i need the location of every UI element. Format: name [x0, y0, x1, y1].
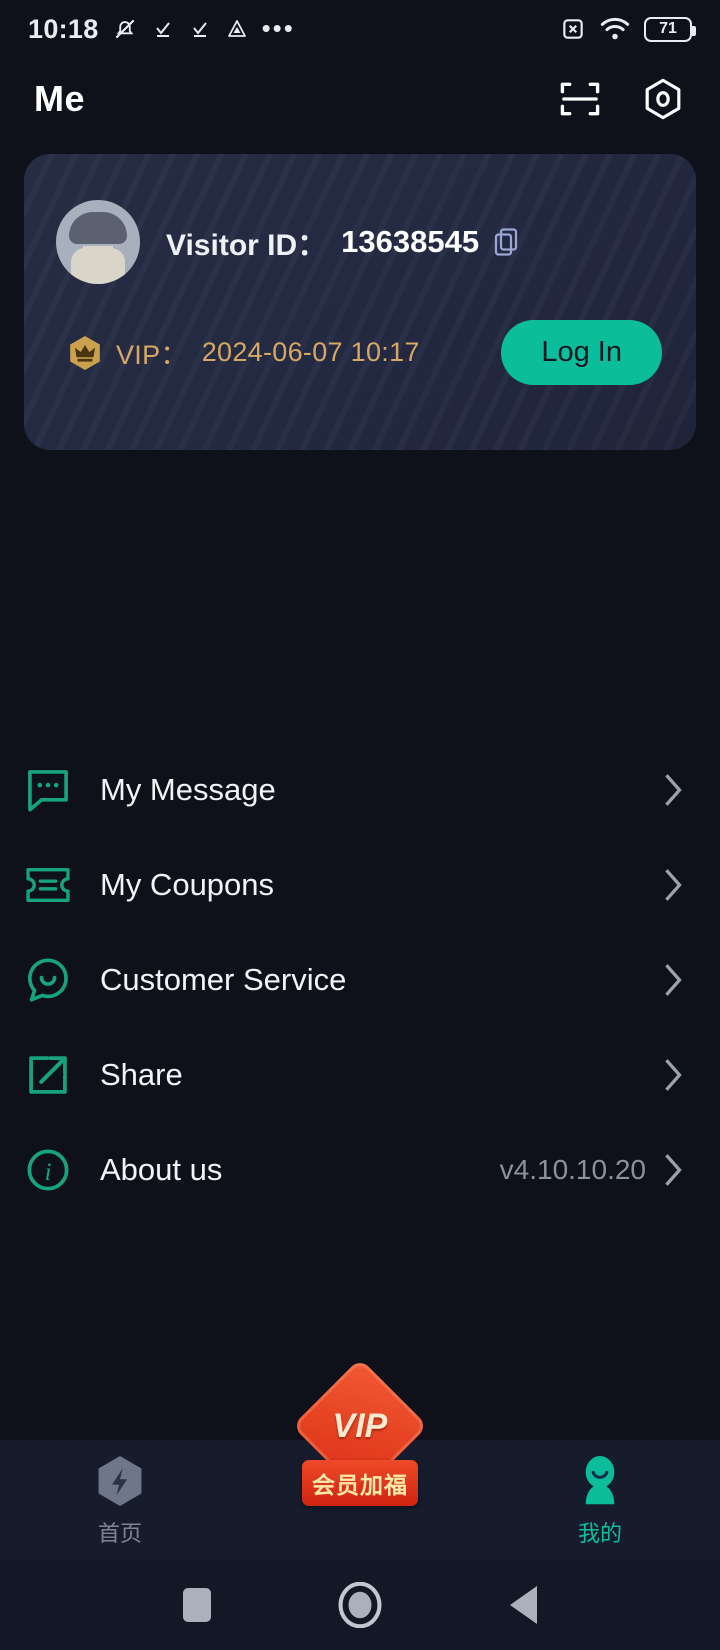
avatar-hair — [69, 212, 127, 244]
menu-item-share[interactable]: Share — [0, 1045, 720, 1105]
square-recents-icon[interactable] — [183, 1588, 212, 1622]
check-underline-icon — [155, 22, 170, 37]
avatar[interactable] — [56, 200, 140, 284]
page-title: Me — [34, 78, 86, 119]
chevron-right-icon — [665, 964, 682, 996]
info-circle-icon: i — [22, 1148, 74, 1192]
login-button[interactable]: Log In — [501, 320, 662, 385]
battery-icon: 71 — [644, 16, 696, 42]
chevron-right-icon — [665, 1059, 682, 1091]
more-dots-icon: ••• — [261, 13, 295, 44]
triangle-back-icon[interactable] — [509, 1586, 537, 1624]
chevron-right-icon — [665, 774, 682, 806]
avatar-body — [71, 248, 125, 284]
profile-card-top: Visitor ID： 13638545 — [24, 154, 696, 284]
share-external-icon — [22, 1053, 74, 1097]
support-smile-icon — [22, 957, 74, 1003]
menu-list: My Message My Coupons Customer Service S… — [0, 760, 720, 1235]
coupon-ticket-icon — [22, 865, 74, 905]
visitor-id-value: 13638545 — [341, 224, 480, 259]
person-icon — [585, 1456, 615, 1505]
android-nav-bar — [0, 1560, 720, 1650]
circle-home-icon[interactable] — [337, 1582, 383, 1628]
tab-home[interactable]: 首页 — [0, 1440, 240, 1548]
triangle-drop-icon — [227, 20, 246, 37]
menu-item-about-us[interactable]: i About us v4.10.10.20 — [0, 1140, 720, 1200]
tab-label-vip: 会员加福 — [302, 1460, 418, 1506]
vip-label: VIP： — [116, 340, 188, 370]
app-version: v4.10.10.20 — [499, 1154, 646, 1185]
menu-item-label: My Message — [100, 772, 276, 807]
vip-badge-text: VIP — [332, 1406, 388, 1445]
menu-item-label: Customer Service — [100, 962, 347, 997]
tab-label-home: 首页 — [97, 1521, 142, 1546]
message-bubble-icon — [22, 767, 74, 813]
hexagon-bolt-icon — [98, 1456, 142, 1506]
mute-bell-icon — [115, 19, 134, 39]
chevron-right-icon — [665, 1154, 682, 1186]
vip-expiry: 2024-06-07 10:17 — [201, 337, 420, 367]
status-time: 10:18 — [28, 13, 99, 44]
menu-item-label: My Coupons — [100, 867, 275, 902]
scan-qr-icon[interactable] — [558, 77, 602, 121]
status-bar: 10:18 ••• 71 — [0, 0, 720, 58]
menu-item-label: About us — [100, 1152, 223, 1187]
svg-text:i: i — [44, 1158, 51, 1186]
status-bar-left: 10:18 ••• — [28, 14, 560, 45]
menu-item-my-message[interactable]: My Message — [0, 760, 720, 820]
tab-me[interactable]: 我的 — [480, 1440, 720, 1548]
status-bar-right: 71 — [560, 16, 696, 42]
sim-x-icon — [563, 19, 583, 39]
menu-item-label: Share — [100, 1057, 183, 1092]
chevron-right-icon — [665, 869, 682, 901]
hexagon-settings-icon[interactable] — [640, 76, 686, 122]
check-underline-icon — [192, 22, 207, 37]
menu-item-customer-service[interactable]: Customer Service — [0, 950, 720, 1010]
profile-card: Visitor ID： 13638545 VIP： 2024-06-07 10:… — [24, 154, 696, 450]
battery-level: 71 — [659, 20, 677, 37]
crown-badge-icon — [70, 335, 100, 370]
app-header: Me — [0, 58, 720, 140]
menu-item-my-coupons[interactable]: My Coupons — [0, 855, 720, 915]
visitor-id-row: Visitor ID： 13638545 — [166, 220, 519, 264]
header-actions — [558, 76, 686, 122]
visitor-id-label: Visitor ID： — [166, 229, 328, 262]
profile-card-bottom: VIP： 2024-06-07 10:17 Log In — [24, 284, 696, 385]
tab-label-me: 我的 — [577, 1521, 622, 1546]
bottom-tab-bar: 首页 VIP 会员加福 我的 — [0, 1358, 720, 1560]
vip-row: VIP： 2024-06-07 10:17 — [68, 333, 420, 372]
tab-vip[interactable]: VIP 会员加福 — [292, 1358, 428, 1506]
phone-screen: 10:18 ••• 71 Me Visitor ID： 13638545 VIP… — [0, 0, 720, 1650]
copy-icon[interactable] — [493, 227, 519, 257]
wifi-icon — [600, 17, 630, 40]
